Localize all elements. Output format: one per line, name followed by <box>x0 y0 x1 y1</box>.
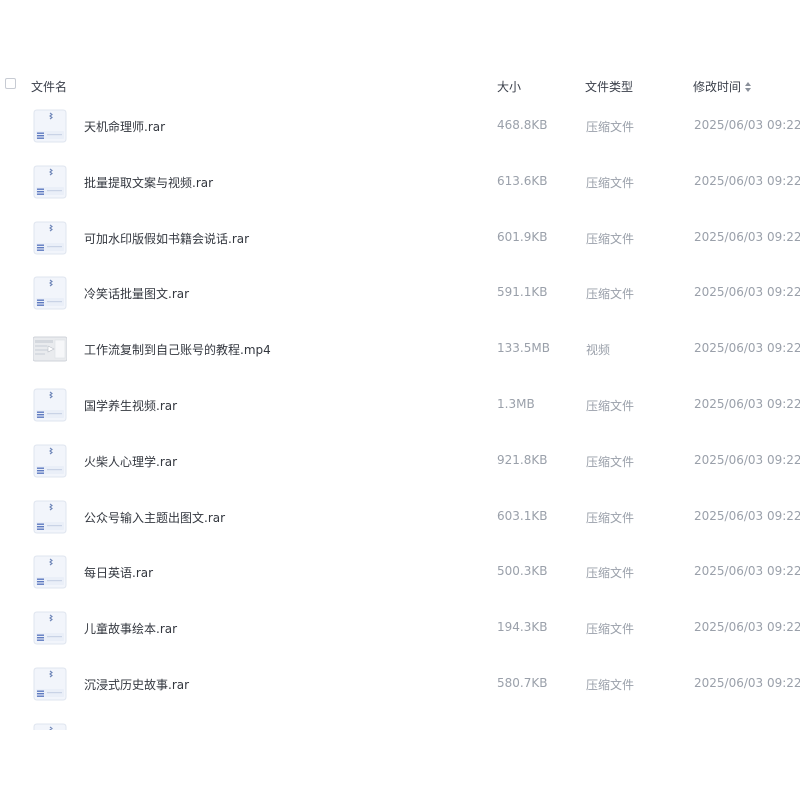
file-modified-time: 2025/06/03 09:22 <box>694 620 800 635</box>
file-size: 601.9KB <box>497 229 548 244</box>
file-row[interactable]: 天机命理师.rar 468.8KB 压缩文件 2025/06/03 09:22 <box>0 98 800 154</box>
file-type: 压缩文件 <box>586 175 635 190</box>
archive-file-icon <box>33 221 67 255</box>
file-row[interactable]: 批量提取文案与视频.rar 613.6KB 压缩文件 2025/06/03 09:22 <box>0 154 800 210</box>
file-size: 580.7KB <box>497 676 548 690</box>
select-all-checkbox[interactable] <box>5 78 16 89</box>
sort-icon[interactable] <box>745 82 752 92</box>
file-name[interactable]: 火柴人心理学.rar <box>84 453 177 470</box>
file-size: 133.5MB <box>497 341 550 356</box>
archive-file-icon <box>33 165 67 199</box>
file-modified-time: 2025/06/03 09:22 <box>694 397 800 411</box>
file-name[interactable]: 国学养生视频.rar <box>84 397 177 414</box>
column-header-modified[interactable]: 修改时间 <box>693 78 752 95</box>
column-header-modified-label: 修改时间 <box>693 80 742 94</box>
file-size: 921.8KB <box>497 452 548 467</box>
file-modified-time: 2025/06/03 09:22 <box>694 452 800 467</box>
file-size: 603.1KB <box>497 508 548 523</box>
file-modified-time: 2025/06/03 09:22 <box>694 173 800 188</box>
archive-file-icon <box>33 388 67 422</box>
archive-file-icon <box>33 276 67 310</box>
file-type: 视频 <box>586 343 611 358</box>
file-type: 压缩文件 <box>586 622 635 637</box>
file-modified-time: 2025/06/03 09:22 <box>694 285 800 300</box>
archive-file-icon <box>33 109 67 143</box>
file-name[interactable]: 天机命理师.rar <box>84 118 165 135</box>
column-header-type[interactable]: 文件类型 <box>585 78 633 95</box>
file-row[interactable]: 可加水印版假如书籍会说话.rar 601.9KB 压缩文件 2025/06/03 09… <box>0 210 800 266</box>
file-row[interactable]: 冷笑话批量图文.rar 591.1KB 压缩文件 2025/06/03 09:22 <box>0 265 800 321</box>
file-type: 压缩文件 <box>586 120 635 134</box>
file-type: 压缩文件 <box>586 510 635 525</box>
file-modified-time: 2025/06/03 09:22 <box>694 118 800 132</box>
file-name[interactable]: 冷笑话批量图文.rar <box>84 285 189 302</box>
file-row[interactable]: 火柴人心理学.rar 921.8KB 压缩文件 2025/06/03 09:22 <box>0 433 800 489</box>
file-modified-time: 2025/06/03 09:22 <box>694 676 800 690</box>
file-size: 194.3KB <box>497 620 548 635</box>
file-row <box>0 712 800 730</box>
file-row[interactable]: 每日英语.rar 500.3KB 压缩文件 2025/06/03 09:22 <box>0 544 800 600</box>
file-type: 压缩文件 <box>586 566 635 581</box>
archive-file-icon <box>33 667 67 701</box>
file-row[interactable]: 国学养生视频.rar 1.3MB 压缩文件 2025/06/03 09:22 <box>0 377 800 433</box>
archive-file-icon <box>33 723 67 730</box>
archive-file-icon <box>33 611 67 645</box>
file-size: 591.1KB <box>497 285 548 300</box>
file-type: 压缩文件 <box>586 287 635 302</box>
file-size: 1.3MB <box>497 397 535 411</box>
file-name[interactable]: 沉浸式历史故事.rar <box>84 676 189 693</box>
file-row[interactable]: 沉浸式历史故事.rar 580.7KB 压缩文件 2025/06/03 09:22 <box>0 656 800 712</box>
file-size: 500.3KB <box>497 564 548 579</box>
file-name[interactable]: 公众号输入主题出图文.rar <box>84 509 225 526</box>
file-name[interactable]: 工作流复制到自己账号的教程.mp4 <box>84 341 271 358</box>
file-modified-time: 2025/06/03 09:22 <box>694 229 800 244</box>
archive-file-icon <box>33 555 67 589</box>
file-type: 压缩文件 <box>586 454 635 469</box>
file-type: 压缩文件 <box>586 399 635 413</box>
file-size: 468.8KB <box>497 118 548 132</box>
video-thumbnail-icon <box>32 332 68 366</box>
file-name[interactable]: 批量提取文案与视频.rar <box>84 174 213 191</box>
archive-file-icon <box>33 500 67 534</box>
file-type: 压缩文件 <box>586 678 635 692</box>
file-name[interactable]: 可加水印版假如书籍会说话.rar <box>84 230 249 247</box>
file-row[interactable]: 公众号输入主题出图文.rar 603.1KB 压缩文件 2025/06/03 09:2… <box>0 489 800 545</box>
column-header-size[interactable]: 大小 <box>497 78 521 95</box>
archive-file-icon <box>33 444 67 478</box>
table-header: 文件名 大小 文件类型 修改时间 <box>0 76 800 96</box>
file-name[interactable]: 儿童故事绘本.rar <box>84 620 177 637</box>
column-header-name[interactable]: 文件名 <box>31 78 67 95</box>
file-modified-time: 2025/06/03 09:22 <box>694 508 800 523</box>
file-modified-time: 2025/06/03 09:22 <box>694 564 800 579</box>
file-size: 613.6KB <box>497 173 548 188</box>
file-name[interactable]: 每日英语.rar <box>84 564 153 581</box>
file-row[interactable]: 儿童故事绘本.rar 194.3KB 压缩文件 2025/06/03 09:22 <box>0 600 800 656</box>
file-modified-time: 2025/06/03 09:22 <box>694 341 800 356</box>
file-type: 压缩文件 <box>586 231 635 246</box>
file-row[interactable]: 工作流复制到自己账号的教程.mp4 133.5MB 视频 2025/06/03 09:… <box>0 321 800 377</box>
file-table: 文件名 大小 文件类型 修改时间 天机命理师.rar 468.8KB 压缩文件 202… <box>0 0 800 730</box>
